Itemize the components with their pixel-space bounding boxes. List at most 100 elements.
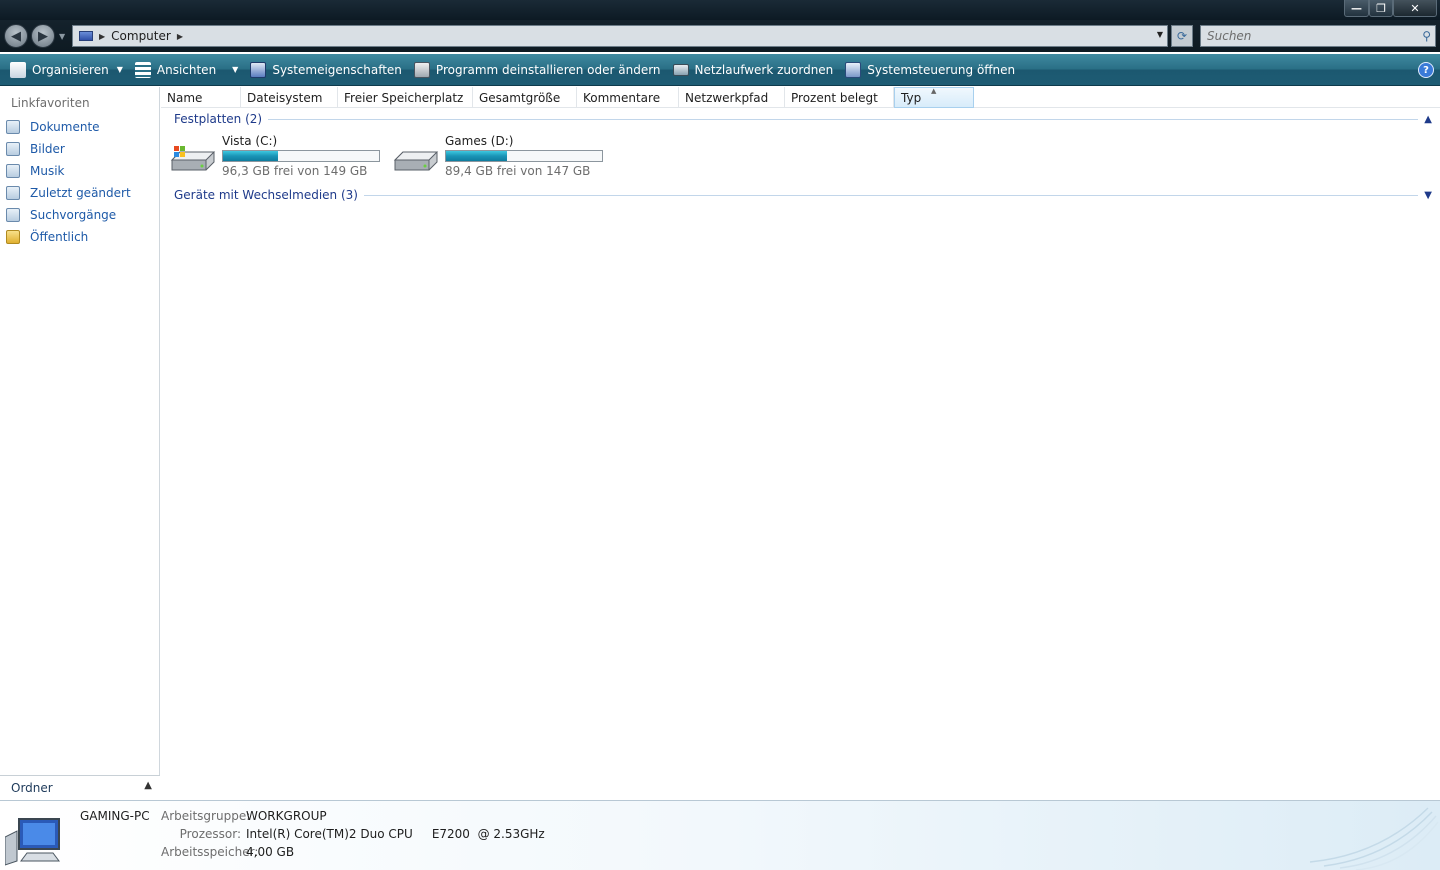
- system-properties-icon: [250, 61, 267, 78]
- close-button[interactable]: ✕: [1393, 0, 1437, 17]
- search-icon[interactable]: ⚲: [1422, 29, 1431, 43]
- network-drive-icon: [672, 63, 689, 76]
- address-row: ◀ ▶ ▼ ▶ Computer ▶ ▼ ⟳ ⚲: [0, 20, 1440, 52]
- search-box: ⚲: [1200, 25, 1436, 47]
- refresh-icon: ⟳: [1176, 29, 1188, 43]
- breadcrumb-separator-icon[interactable]: ▶: [99, 32, 105, 41]
- organize-button[interactable]: Organisieren ▼: [4, 57, 129, 83]
- maximize-button[interactable]: ❐: [1369, 0, 1393, 17]
- memory-label: Arbeitsspeicher:: [161, 845, 259, 859]
- chevron-down-icon[interactable]: ▼: [1424, 190, 1432, 201]
- drive-name: Vista (C:): [222, 134, 278, 148]
- drive-free-space: 89,4 GB frei von 147 GB: [445, 164, 591, 178]
- hard-drive-icon: [393, 151, 439, 171]
- system-properties-label: Systemeigenschaften: [272, 62, 402, 77]
- arrow-right-icon: ▶: [38, 28, 48, 44]
- drive-d[interactable]: Games (D:) 89,4 GB frei von 147 GB: [393, 134, 608, 180]
- system-properties-button[interactable]: Systemeigenschaften: [244, 57, 408, 83]
- search-input[interactable]: [1201, 26, 1411, 46]
- uninstall-label: Programm deinstallieren oder ändern: [435, 62, 661, 77]
- folder-icon: [6, 230, 20, 244]
- chevron-down-icon[interactable]: ▼: [1157, 30, 1163, 39]
- nav-item-public[interactable]: Öffentlich: [6, 230, 88, 244]
- computer-icon: [79, 31, 93, 41]
- nav-item-label: Bilder: [30, 142, 65, 156]
- drive-usage-fill: [446, 151, 508, 161]
- nav-item-documents[interactable]: Dokumente: [6, 120, 100, 134]
- organize-label: Organisieren: [32, 62, 109, 77]
- uninstall-program-button[interactable]: Programm deinstallieren oder ändern: [408, 57, 667, 83]
- chevron-down-icon: ▼: [116, 65, 123, 74]
- refresh-button[interactable]: ⟳: [1171, 25, 1193, 47]
- nav-item-label: Suchvorgänge: [30, 208, 117, 222]
- uninstall-icon: [413, 61, 430, 78]
- back-button[interactable]: ◀: [4, 24, 28, 48]
- pictures-icon: [6, 142, 20, 156]
- arrow-left-icon: ◀: [11, 28, 21, 44]
- recent-pages-dropdown[interactable]: ▼: [59, 32, 65, 41]
- map-network-drive-button[interactable]: Netzlaufwerk zuordnen: [667, 57, 840, 83]
- column-header-comments[interactable]: Kommentare: [577, 87, 679, 108]
- views-button[interactable]: Ansichten ▼: [129, 57, 244, 83]
- group-header-removable-media[interactable]: Geräte mit Wechselmedien (3) ▼: [174, 188, 1432, 202]
- workgroup-value: WORKGROUP: [246, 809, 327, 823]
- navigation-pane: Linkfavoriten Dokumente Bilder Musik Zul…: [0, 87, 160, 799]
- drive-usage-bar: [445, 150, 603, 162]
- nav-item-searches[interactable]: Suchvorgänge: [6, 208, 116, 222]
- nav-item-label: Zuletzt geändert: [30, 186, 131, 200]
- minimize-button[interactable]: —: [1344, 0, 1369, 17]
- group-divider: [363, 194, 1419, 196]
- forward-button[interactable]: ▶: [31, 24, 55, 48]
- group-header-label: Festplatten (2): [174, 112, 263, 126]
- address-bar[interactable]: ▶ Computer ▶ ▼: [72, 25, 1168, 47]
- drive-usage-bar: [222, 150, 380, 162]
- drive-name: Games (D:): [445, 134, 514, 148]
- workgroup-label: Arbeitsgruppe:: [161, 809, 251, 823]
- processor-value: Intel(R) Core(TM)2 Duo CPU E7200 @ 2.53G…: [246, 827, 545, 841]
- column-header-network-path[interactable]: Netzwerkpfad: [679, 87, 785, 108]
- drive-c[interactable]: Vista (C:) 96,3 GB frei von 149 GB: [170, 134, 385, 180]
- nav-item-pictures[interactable]: Bilder: [6, 142, 65, 156]
- system-drive-icon: [170, 146, 216, 171]
- chevron-down-icon: ▼: [232, 65, 239, 74]
- drive-free-space: 96,3 GB frei von 149 GB: [222, 164, 368, 178]
- group-divider: [268, 118, 1419, 120]
- breadcrumb-separator-icon[interactable]: ▶: [177, 32, 183, 41]
- folders-toggle[interactable]: Ordner ▲: [0, 775, 160, 799]
- nav-item-music[interactable]: Musik: [6, 164, 65, 178]
- favorite-links-heading: Linkfavoriten: [11, 96, 90, 110]
- title-bar: — ❐ ✕: [0, 0, 1440, 20]
- column-header-type-label: Typ: [901, 90, 922, 105]
- details-pane: GAMING-PC Arbeitsgruppe: WORKGROUP Proze…: [0, 800, 1440, 870]
- open-control-panel-button[interactable]: Systemsteuerung öffnen: [839, 57, 1021, 83]
- breadcrumb-computer[interactable]: Computer: [111, 29, 171, 43]
- music-icon: [6, 164, 20, 178]
- processor-label: Prozessor:: [179, 827, 241, 841]
- chevron-up-icon: ▲: [144, 780, 152, 791]
- map-drive-label: Netzlaufwerk zuordnen: [694, 62, 834, 77]
- column-header-row: Name Dateisystem Freier Speicherplatz Ge…: [161, 87, 1440, 108]
- column-header-type[interactable]: Typ ▲: [894, 87, 974, 108]
- file-list: Name Dateisystem Freier Speicherplatz Ge…: [161, 87, 1440, 799]
- group-header-hard-drives[interactable]: Festplatten (2) ▲: [174, 112, 1432, 126]
- computer-icon: [5, 818, 60, 866]
- column-header-file-system[interactable]: Dateisystem: [241, 87, 338, 108]
- views-icon: [134, 61, 151, 78]
- help-button[interactable]: ?: [1418, 62, 1434, 78]
- drive-usage-fill: [223, 151, 279, 161]
- folders-label: Ordner: [11, 780, 53, 795]
- sort-ascending-icon: ▲: [931, 87, 937, 95]
- memory-value: 4,00 GB: [246, 845, 295, 859]
- decorative-swoosh: [1309, 807, 1439, 870]
- group-header-label: Geräte mit Wechselmedien (3): [174, 188, 358, 202]
- column-header-free-space[interactable]: Freier Speicherplatz: [338, 87, 473, 108]
- column-header-total-size[interactable]: Gesamtgröße: [473, 87, 577, 108]
- recently-changed-icon: [6, 186, 20, 200]
- nav-item-label: Musik: [30, 164, 65, 178]
- column-header-name[interactable]: Name: [161, 87, 241, 108]
- control-panel-icon: [845, 61, 862, 78]
- chevron-up-icon[interactable]: ▲: [1424, 114, 1432, 125]
- nav-item-label: Öffentlich: [30, 230, 89, 244]
- column-header-percent-used[interactable]: Prozent belegt: [785, 87, 894, 108]
- nav-item-recently-changed[interactable]: Zuletzt geändert: [6, 186, 131, 200]
